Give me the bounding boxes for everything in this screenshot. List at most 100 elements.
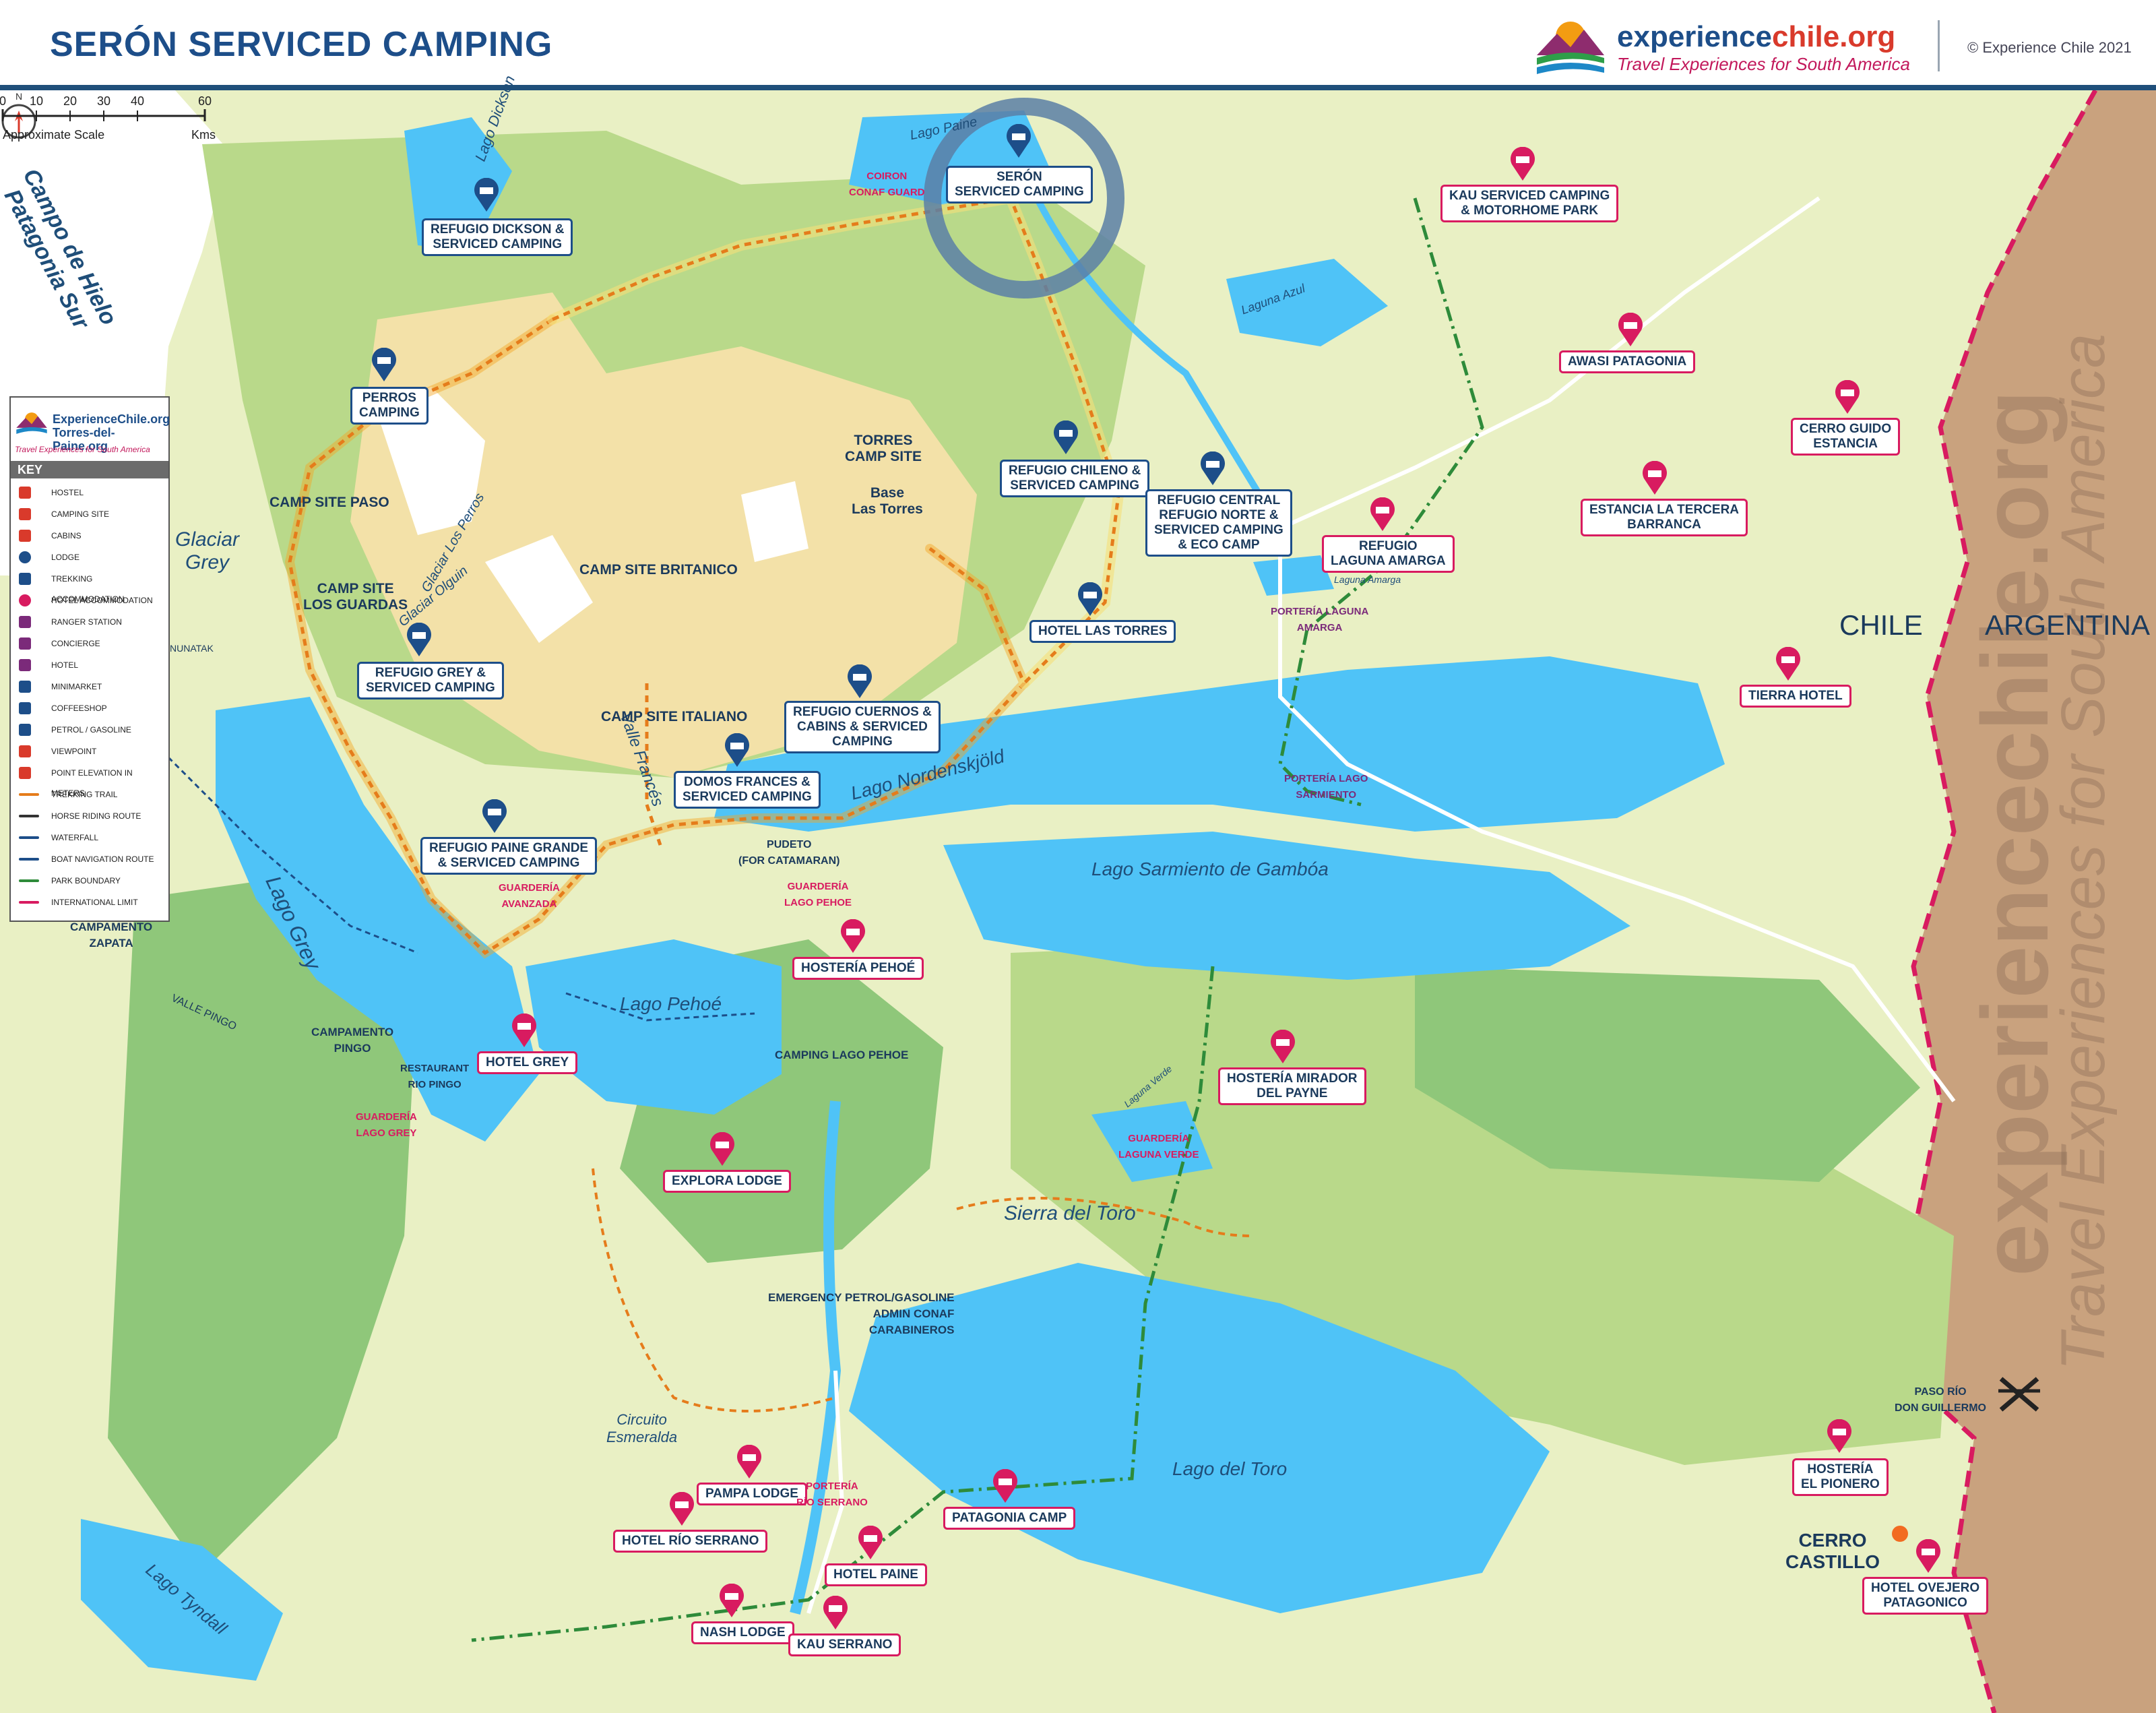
refugio-chileno[interactable]: REFUGIO CHILENO & SERVICED CAMPING (1000, 460, 1150, 497)
hotel-ovejero-patagonico[interactable]: HOTEL OVEJERO PATAGONICO (1862, 1577, 1989, 1615)
key-item: LODGE (16, 547, 166, 567)
key-item: MINIMARKET (16, 677, 166, 697)
key-logo-tagline: Travel Experiences for South America (15, 445, 150, 454)
header-divider (1938, 20, 1940, 71)
explora-lodge[interactable]: EXPLORA LODGE (663, 1170, 791, 1193)
camp-site-paso[interactable]: CAMP SITE PASO (270, 495, 389, 511)
guarderia-lago-pehoe[interactable]: GUARDERÍA LAGO PEHOE (784, 879, 852, 911)
key-logo-icon (16, 412, 47, 434)
header-bar: SERÓN SERVICED CAMPING experiencechile.o… (0, 0, 2156, 90)
hotel-rio-serrano[interactable]: HOTEL RÍO SERRANO (613, 1530, 768, 1553)
seron-serviced-camping[interactable]: SERÓN SERVICED CAMPING (946, 166, 1093, 204)
hotel-grey[interactable]: HOTEL GREY (477, 1051, 578, 1074)
trekking-accommodation-icon (1054, 421, 1078, 454)
key-item: CONCIERGE (16, 633, 166, 654)
scale-tick: 30 (97, 94, 110, 108)
hotel-accommodation-icon (512, 1014, 536, 1047)
pampa-lodge[interactable]: PAMPA LODGE (697, 1483, 807, 1505)
key-item-label: CABINS (51, 531, 82, 540)
hotel-accommodation-icon (1776, 647, 1800, 681)
hotel-accommodation-icon (858, 1526, 883, 1559)
ranger-station-icon (19, 616, 31, 628)
key-item-label: TREKKING TRAIL (51, 790, 118, 799)
hotel-las-torres[interactable]: HOTEL LAS TORRES (1029, 620, 1176, 643)
campamento-zapata[interactable]: CAMPAMENTO ZAPATA (70, 919, 152, 952)
hosteria-pehoe[interactable]: HOSTERÍA PEHOÉ (792, 957, 924, 980)
key-item: PARK BOUNDARY (16, 871, 166, 891)
lago-sarmiento-label: Lago Sarmiento de Gambóa (1091, 859, 1329, 879)
trekking-accommodation-icon (1078, 582, 1102, 616)
key-item: HOTEL ACCOMMODATION (16, 590, 166, 611)
kau-serrano[interactable]: KAU SERRANO (788, 1633, 901, 1656)
torres-camp-site[interactable]: TORRES CAMP SITE (845, 433, 922, 465)
key-item-label: MINIMARKET (51, 682, 102, 691)
awasi-patagonia[interactable]: AWASI PATAGONIA (1559, 350, 1696, 373)
guarderia-avanzada[interactable]: GUARDERÍA AVANZADA (499, 880, 560, 912)
hotel-paine[interactable]: HOTEL PAINE (825, 1563, 927, 1586)
refugio-cuernos[interactable]: REFUGIO CUERNOS & CABINS & SERVICED CAMP… (784, 701, 941, 753)
key-item: VIEWPOINT (16, 741, 166, 761)
restaurant-rio-pingo[interactable]: RESTAURANT RIO PINGO (400, 1061, 469, 1093)
camping-lago-pehoe[interactable]: CAMPING LAGO PEHOE (775, 1047, 908, 1063)
cerro-castillo[interactable]: CERRO CASTILLO (1785, 1530, 1880, 1573)
porteria-rio-serrano[interactable]: PORTERÍA RÍO SERRANO (796, 1478, 868, 1511)
glaciar-grey-label: Glaciar Grey (175, 528, 240, 573)
key-item-label: HOSTEL (51, 488, 84, 497)
key-item: CAMPING SITE (16, 504, 166, 524)
lago-pehoe-label: Lago Pehoé (620, 993, 722, 1014)
kau-serviced-camping[interactable]: KAU SERVICED CAMPING & MOTORHOME PARK (1440, 185, 1619, 222)
porteria-lago-sarmiento[interactable]: PORTERÍA LAGO SARMIENTO (1284, 771, 1368, 803)
camp-site-los-guardas[interactable]: CAMP SITE LOS GUARDAS (303, 581, 408, 613)
scale-unit: Kms (191, 128, 216, 142)
hosteria-mirador-payne[interactable]: HOSTERÍA MIRADOR DEL PAYNE (1218, 1067, 1366, 1105)
perros-camping[interactable]: PERROS CAMPING (350, 387, 429, 425)
hotel-icon (19, 659, 31, 671)
hotel-accommodation-icon (823, 1596, 848, 1629)
trekking-accommodation-icon (1007, 124, 1031, 158)
trekking-trail-icon (19, 793, 39, 796)
hotel-accommodation-icon (720, 1584, 744, 1617)
coiron-conaf-guard[interactable]: COIRON CONAF GUARD (849, 168, 925, 201)
pudeto[interactable]: PUDETO (FOR CATAMARAN) (738, 837, 839, 869)
hotel-accommodation-icon (1370, 497, 1395, 531)
lago-toro-label: Lago del Toro (1172, 1458, 1288, 1479)
scale-tick: 40 (131, 94, 144, 108)
estancia-tercera-barranca[interactable]: ESTANCIA LA TERCERA BARRANCA (1581, 499, 1748, 536)
coffeeshop-icon (19, 702, 31, 714)
key-heading: KEY (11, 461, 168, 478)
patagonia-camp[interactable]: PATAGONIA CAMP (943, 1507, 1076, 1530)
paso-rio-don-guillermo[interactable]: PASO RÍO DON GUILLERMO (1895, 1384, 1986, 1416)
hotel-accommodation-icon (1916, 1539, 1940, 1573)
key-item: CABINS (16, 526, 166, 546)
cerro-guido-estancia[interactable]: CERRO GUIDO ESTANCIA (1791, 418, 1901, 456)
domos-frances[interactable]: DOMOS FRANCES & SERVICED CAMPING (674, 771, 821, 809)
tierra-hotel[interactable]: TIERRA HOTEL (1740, 685, 1851, 708)
guarderia-lago-grey[interactable]: GUARDERÍA LAGO GREY (356, 1109, 417, 1142)
petrol-icon (19, 724, 31, 736)
brand-name: experiencechile.org (1617, 20, 1896, 53)
hotel-accommodation-icon (993, 1469, 1017, 1503)
emergency-admin-conaf[interactable]: EMERGENCY PETROL/GASOLINE ADMIN CONAF CA… (768, 1290, 954, 1338)
key-item-label: PETROL / GASOLINE (51, 725, 131, 735)
refugio-dickson[interactable]: REFUGIO DICKSON & SERVICED CAMPING (422, 218, 573, 256)
trekking-accommodation-icon (848, 664, 872, 698)
camp-site-britanico[interactable]: CAMP SITE BRITANICO (579, 562, 738, 578)
porteria-laguna-amarga[interactable]: PORTERÍA LAGUNA AMARGA (1271, 604, 1368, 636)
guarderia-laguna-verde[interactable]: GUARDERÍA LAGUNA VERDE (1118, 1131, 1199, 1163)
camp-site-italiano[interactable]: CAMP SITE ITALIANO (601, 709, 747, 725)
refugio-laguna-amarga[interactable]: REFUGIO LAGUNA AMARGA (1322, 535, 1455, 573)
trekking-accommodation-icon (474, 178, 499, 212)
nash-lodge[interactable]: NASH LODGE (691, 1621, 794, 1644)
refugio-grey[interactable]: REFUGIO GREY & SERVICED CAMPING (357, 662, 504, 699)
cabins-icon (19, 530, 31, 542)
key-item: INTERNATIONAL LIMIT (16, 892, 166, 912)
campamento-pingo[interactable]: CAMPAMENTO PINGO (311, 1024, 393, 1057)
hosteria-el-pionero[interactable]: HOSTERÍA EL PIONERO (1792, 1458, 1889, 1496)
map-canvas: experiencechile.org Travel Experiences f… (0, 73, 2156, 1713)
scale-tick: 10 (30, 94, 43, 108)
refugio-central[interactable]: REFUGIO CENTRAL REFUGIO NORTE & SERVICED… (1145, 489, 1292, 557)
key-item-label: LODGE (51, 553, 80, 562)
trekking-accommodation-icon (407, 623, 431, 656)
circuito-label: Circuito Esmeralda (606, 1411, 678, 1445)
refugio-paine-grande[interactable]: REFUGIO PAINE GRANDE & SERVICED CAMPING (420, 837, 598, 875)
